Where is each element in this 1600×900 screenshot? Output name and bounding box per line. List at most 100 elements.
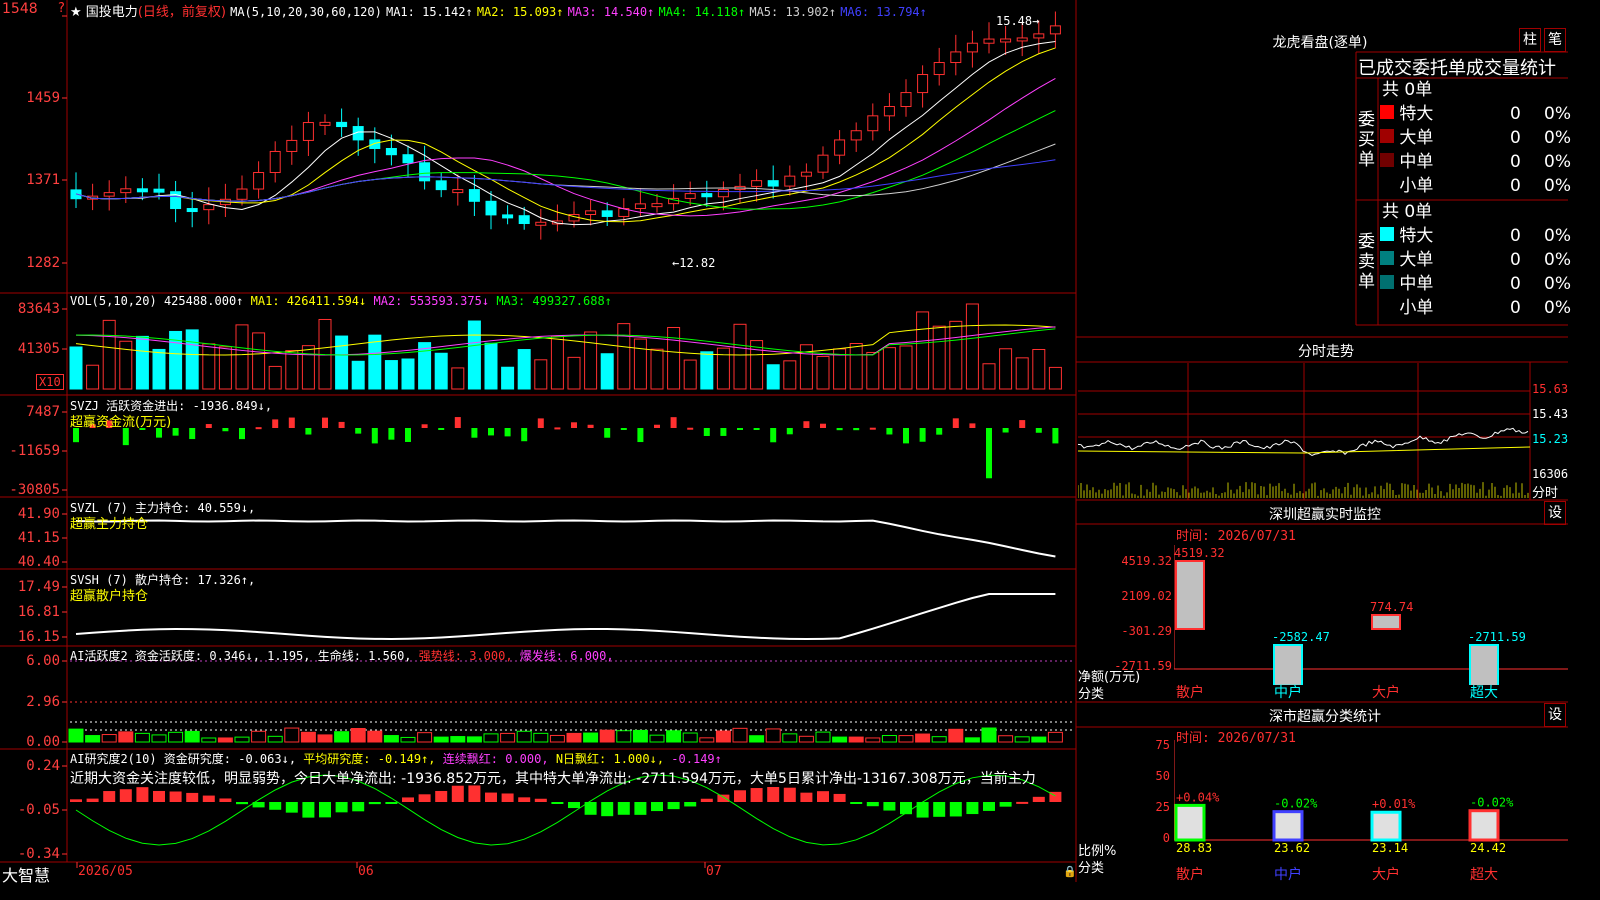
research-bar [103, 791, 116, 802]
candle [402, 154, 414, 164]
activity-bar [168, 731, 184, 743]
volume-bar [152, 348, 166, 390]
volume-bar [517, 349, 531, 390]
research-bar [418, 794, 431, 802]
research-bar [817, 791, 829, 802]
fund-flow-bar [371, 428, 378, 444]
volume-bar [401, 358, 415, 390]
candle [684, 193, 696, 199]
candle [850, 130, 862, 141]
list-item: 小单 0 0% [1380, 296, 1571, 320]
volume-bar [999, 348, 1013, 390]
activity-bar [549, 734, 565, 743]
star-icon[interactable]: ★ [70, 5, 82, 20]
svzj-subtitle: 超赢资金流(万元) [70, 415, 172, 430]
research-bar [435, 790, 448, 802]
fund-flow-bar [388, 428, 395, 440]
volume-bar [766, 364, 780, 390]
research-bar [850, 802, 863, 804]
volume-bar [783, 360, 797, 390]
research-bar [501, 793, 514, 802]
ratio-change: -0.02% [1470, 796, 1514, 810]
volume-bar [119, 340, 133, 390]
list-item: 大单 0 0% [1380, 126, 1571, 150]
candle [1049, 25, 1061, 35]
research-bar [451, 785, 464, 802]
volume-axis-label: 41305 [17, 341, 60, 357]
ratio-change: +0.04% [1176, 790, 1220, 804]
bar-mode-button[interactable]: 柱 [1519, 28, 1541, 52]
candle [1016, 37, 1028, 42]
intraday-title: 分时走势 [1298, 344, 1354, 360]
list-item: 中单 0 0% [1380, 272, 1571, 296]
volume-axis-label: 83643 [17, 301, 60, 317]
activity-bar [915, 733, 931, 743]
fund-flow-bar [272, 419, 279, 428]
class-settings-button[interactable]: 设 [1544, 703, 1566, 727]
volume-bar [584, 331, 598, 390]
research-bar [966, 802, 979, 815]
activity-bar [749, 735, 765, 743]
activity-bar [267, 735, 283, 743]
ai-active-axis-label: 0.00 [26, 734, 60, 750]
fund-flow-bar [886, 428, 893, 435]
ma3-value: MA3: 14.540↑ [567, 5, 655, 19]
fund-flow-bar [189, 428, 196, 440]
volume-bar [185, 329, 199, 390]
fund-flow-bar [969, 423, 976, 428]
volume-bar [218, 346, 232, 390]
fund-flow-bar [571, 422, 577, 428]
activity-bar [732, 727, 748, 743]
help-icon[interactable]: ? [58, 1, 65, 16]
fund-flow-bar [338, 421, 345, 428]
activity-bar [583, 732, 599, 743]
research-bar [999, 802, 1012, 807]
svzj-axis-label: -30805 [9, 482, 60, 498]
activity-bar [765, 728, 781, 743]
monitor-settings-button[interactable]: 设 [1544, 501, 1566, 525]
monitor-category: 中户 [1274, 685, 1302, 701]
candle [983, 38, 995, 44]
research-bar [269, 802, 282, 810]
research-bar [551, 802, 564, 804]
candle [767, 180, 779, 187]
activity-bar [998, 735, 1014, 743]
volume-bar [550, 335, 564, 390]
candle [468, 189, 480, 202]
volume-bar [69, 346, 83, 390]
fund-flow-bar [1002, 428, 1009, 433]
ratio-bar [1468, 809, 1500, 842]
ratio-bar [1370, 810, 1402, 842]
ai-research-header: AI研究度2(10) 资金研究度: -0.063↓, 平均研究度: -0.149… [70, 752, 722, 766]
holding-line [75, 593, 1056, 640]
buy-order-label: 委买单 [1358, 110, 1375, 170]
research-bar [883, 802, 896, 811]
research-bar [534, 798, 547, 802]
ai-active-axis-label: 6.00 [26, 653, 60, 669]
fund-flow-bar [836, 428, 843, 431]
activity-bar [798, 735, 814, 743]
price-axis-top: 1548 [2, 1, 38, 17]
ai-research-axis-label: 0.24 [26, 758, 60, 774]
candle [717, 188, 729, 198]
activity-bar [948, 728, 964, 743]
fund-flow-bar [438, 428, 445, 430]
tick-mode-button[interactable]: 笔 [1544, 28, 1566, 52]
period-label[interactable]: (日线，前复权) [138, 5, 226, 20]
research-bar [153, 790, 165, 802]
fund-flow-bar [554, 427, 561, 430]
dragon-title: 龙虎看盘(逐单) [1272, 35, 1368, 51]
class-axis-label: 50 [1155, 769, 1170, 783]
volume-bar [982, 363, 996, 390]
activity-bar [400, 736, 416, 743]
svzl-axis-label: 41.15 [17, 530, 60, 546]
volume-bar [600, 353, 614, 390]
research-bar [1016, 801, 1029, 804]
candle [452, 189, 464, 194]
candle [336, 121, 348, 128]
ratio-value: 23.62 [1274, 841, 1310, 855]
volume-bar [1032, 348, 1046, 390]
candle [385, 147, 397, 156]
class-category: 超大 [1470, 867, 1498, 883]
candle [535, 221, 547, 226]
